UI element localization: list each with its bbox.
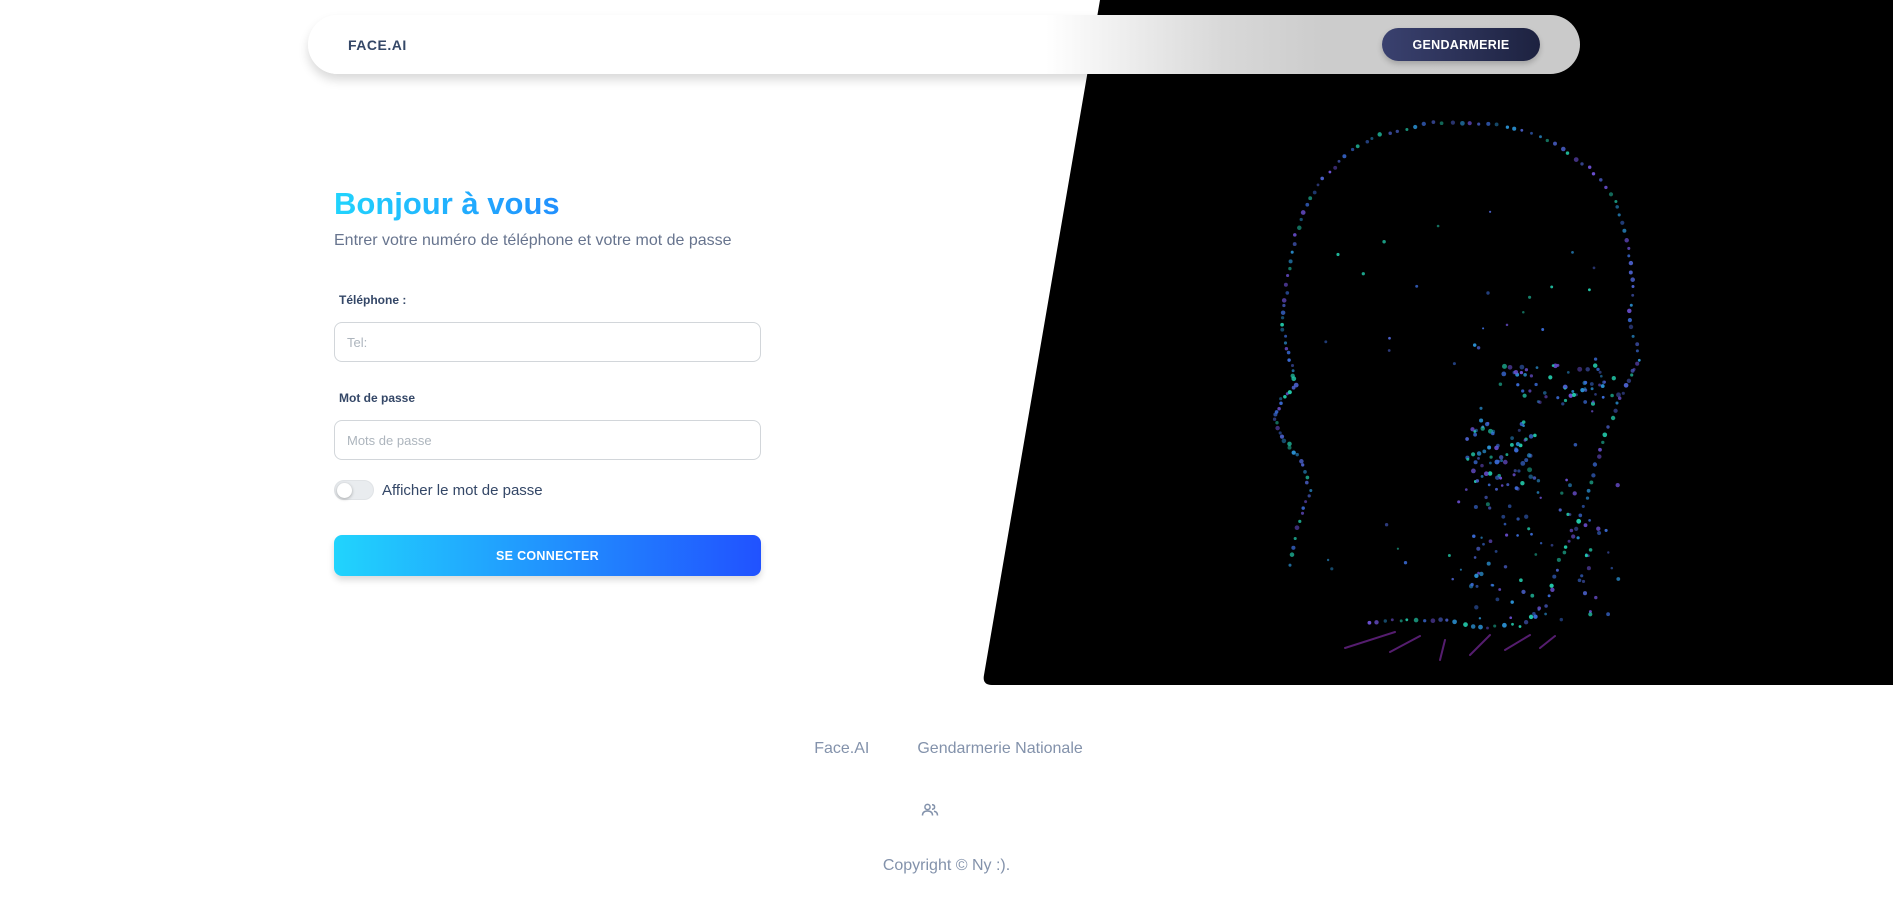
- footer-link-faceai[interactable]: Face.AI: [814, 740, 869, 758]
- brand-logo[interactable]: FACE.AI: [348, 37, 407, 53]
- toggle-knob: [337, 483, 352, 498]
- phone-input[interactable]: [334, 322, 761, 362]
- face-mesh-illustration: [983, 0, 1893, 685]
- gendarmerie-button[interactable]: GENDARMERIE: [1382, 28, 1540, 61]
- footer-links: Face.AI Gendarmerie Nationale: [0, 740, 1893, 758]
- hero-panel: [0, 0, 1893, 685]
- show-password-toggle[interactable]: [334, 480, 374, 500]
- page-subtitle: Entrer votre numéro de téléphone et votr…: [334, 232, 732, 249]
- login-button[interactable]: SE CONNECTER: [334, 535, 761, 576]
- copyright-text: Copyright © Ny :).: [882, 857, 1011, 874]
- show-password-row: Afficher le mot de passe: [334, 480, 762, 500]
- top-navbar: FACE.AI GENDARMERIE: [308, 15, 1580, 74]
- users-icon[interactable]: [921, 802, 939, 818]
- password-input[interactable]: [334, 420, 761, 460]
- footer-link-gendarmerie[interactable]: Gendarmerie Nationale: [917, 740, 1082, 758]
- phone-label: Téléphone :: [339, 293, 407, 307]
- password-label: Mot de passe: [339, 391, 416, 405]
- login-form: Bonjour à vous Entrer votre numéro de té…: [334, 182, 762, 576]
- show-password-label[interactable]: Afficher le mot de passe: [382, 482, 543, 499]
- page-title: Bonjour à vous: [334, 182, 762, 226]
